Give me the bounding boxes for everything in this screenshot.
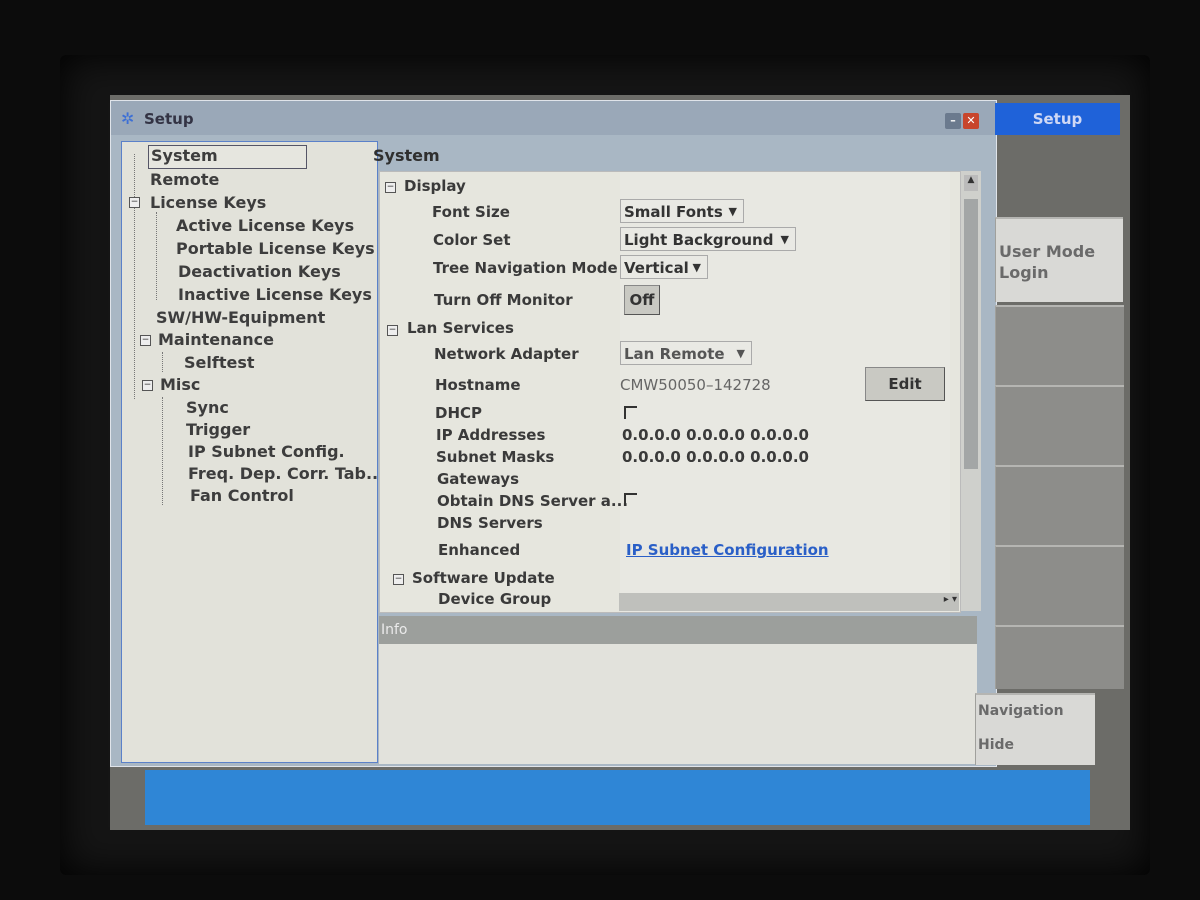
tree-navigation-mode-dropdown[interactable]: Vertical ▼ — [620, 255, 708, 279]
tree-item-inactive-license-keys[interactable]: Inactive License Keys — [178, 284, 372, 306]
collapse-icon[interactable]: − — [393, 574, 404, 585]
tree-item-maintenance[interactable]: Maintenance — [158, 329, 274, 351]
tree-item-license-keys[interactable]: License Keys — [150, 192, 266, 214]
device-group-label: Device Group — [438, 590, 552, 608]
hide-label: Hide — [978, 737, 1015, 753]
network-adapter-value: Lan Remote — [624, 345, 725, 363]
properties-panel: − Display Font Size Color Set Tree Navig… — [379, 171, 961, 613]
collapse-icon[interactable]: − — [387, 325, 398, 336]
navigation-label: Navigation — [978, 703, 1064, 719]
softkey-blank[interactable] — [995, 625, 1124, 689]
tree-item-trigger[interactable]: Trigger — [186, 419, 250, 441]
subnet-masks-value: 0.0.0.0 0.0.0.0 0.0.0.0 — [622, 448, 809, 466]
tree-item-fan-control[interactable]: Fan Control — [190, 485, 294, 507]
softkey-blank[interactable] — [995, 385, 1124, 465]
dhcp-checkbox[interactable] — [624, 406, 637, 419]
network-adapter-dropdown[interactable]: Lan Remote ▼ — [620, 341, 752, 365]
tree-item-system[interactable]: System — [148, 145, 307, 169]
tree-item-sw-hw-equipment[interactable]: SW/HW-Equipment — [156, 307, 325, 329]
gateways-label: Gateways — [437, 470, 520, 488]
login-label: Login — [999, 263, 1049, 282]
info-area — [379, 644, 977, 764]
turn-off-monitor-button[interactable]: Off — [624, 285, 660, 315]
app-icon: ✲ — [121, 109, 135, 128]
dns-servers-label: DNS Servers — [437, 514, 543, 532]
setup-softkey[interactable]: Setup — [995, 103, 1120, 135]
tree-item-deactivation-keys[interactable]: Deactivation Keys — [178, 261, 341, 283]
tree-navigation-mode-label: Tree Navigation Mode — [433, 259, 618, 277]
chevron-down-icon: ▼ — [780, 233, 789, 246]
section-display: Display — [404, 177, 466, 195]
color-set-value: Light Background — [624, 231, 774, 249]
tree-item-freq-dep-corr-tab[interactable]: Freq. Dep. Corr. Tab... — [188, 463, 384, 485]
obtain-dns-label: Obtain DNS Server a... — [437, 492, 629, 510]
subnet-masks-label: Subnet Masks — [436, 448, 555, 466]
title-bar[interactable]: ✲ Setup – ✕ — [111, 101, 996, 135]
tree-navigation-mode-value: Vertical — [624, 259, 689, 277]
tree-item-ip-subnet-config[interactable]: IP Subnet Config. — [188, 441, 345, 463]
info-header: Info — [379, 616, 977, 644]
tree-connector — [134, 154, 135, 399]
softkey-blank[interactable] — [995, 305, 1124, 385]
navigation-tree: System Remote − License Keys Active Lice… — [121, 141, 384, 763]
font-size-value: Small Fonts — [624, 203, 723, 221]
hostname-edit-button[interactable]: Edit — [865, 367, 945, 401]
tree-connector — [156, 212, 157, 300]
hostname-label: Hostname — [435, 376, 521, 394]
dhcp-label: DHCP — [435, 404, 483, 422]
tree-item-portable-license-keys[interactable]: Portable License Keys — [176, 238, 375, 260]
chevron-down-icon: ▼ — [692, 261, 701, 274]
collapse-icon[interactable]: − — [129, 197, 140, 208]
horizontal-scrollbar[interactable]: ▸ ▾ — [619, 593, 959, 611]
ip-subnet-configuration-link[interactable]: IP Subnet Configuration — [626, 541, 829, 559]
turn-off-monitor-label: Turn Off Monitor — [434, 291, 573, 309]
tree-connector — [162, 397, 163, 505]
section-lan-services: Lan Services — [407, 319, 514, 337]
tree-item-sync[interactable]: Sync — [186, 397, 229, 419]
tree-item-misc[interactable]: Misc — [160, 374, 200, 396]
navigation-softkey[interactable]: Navigation Hide — [975, 693, 1095, 765]
status-bar — [145, 770, 1090, 825]
collapse-icon[interactable]: − — [140, 335, 151, 346]
chevron-down-icon: ▼ — [736, 347, 745, 360]
user-mode-label: User Mode — [999, 242, 1096, 261]
minimize-icon[interactable]: – — [945, 113, 961, 129]
network-adapter-label: Network Adapter — [434, 345, 579, 363]
hostname-value: CMW50050–142728 — [620, 376, 771, 394]
window-title: Setup — [144, 110, 194, 128]
font-size-label: Font Size — [432, 203, 510, 221]
tree-connector — [162, 352, 163, 372]
softkey-panel: Setup User Mode Login Navigation Hide — [975, 95, 1130, 770]
tree-item-active-license-keys[interactable]: Active License Keys — [176, 215, 354, 237]
ip-addresses-label: IP Addresses — [436, 426, 546, 444]
collapse-icon[interactable]: − — [385, 182, 396, 193]
chevron-down-icon: ▼ — [728, 205, 737, 218]
ip-addresses-value: 0.0.0.0 0.0.0.0 0.0.0.0 — [622, 426, 809, 444]
color-set-label: Color Set — [433, 231, 511, 249]
screen: ✲ Setup – ✕ System Remote − License Keys… — [110, 95, 1130, 830]
section-software-update: Software Update — [412, 569, 555, 587]
enhanced-label: Enhanced — [438, 541, 521, 559]
user-mode-login-softkey[interactable]: User Mode Login — [995, 217, 1123, 302]
collapse-icon[interactable]: − — [142, 380, 153, 391]
pane-title: System — [373, 146, 440, 165]
setup-window: ✲ Setup – ✕ System Remote − License Keys… — [110, 100, 997, 767]
softkey-blank[interactable] — [995, 465, 1124, 545]
scroll-arrows-icon[interactable]: ▸ ▾ — [944, 594, 957, 605]
obtain-dns-checkbox[interactable] — [624, 493, 637, 506]
font-size-dropdown[interactable]: Small Fonts ▼ — [620, 199, 744, 223]
tree-item-selftest[interactable]: Selftest — [184, 352, 255, 374]
tree-item-remote[interactable]: Remote — [150, 169, 219, 191]
softkey-blank[interactable] — [995, 545, 1124, 625]
color-set-dropdown[interactable]: Light Background ▼ — [620, 227, 796, 251]
